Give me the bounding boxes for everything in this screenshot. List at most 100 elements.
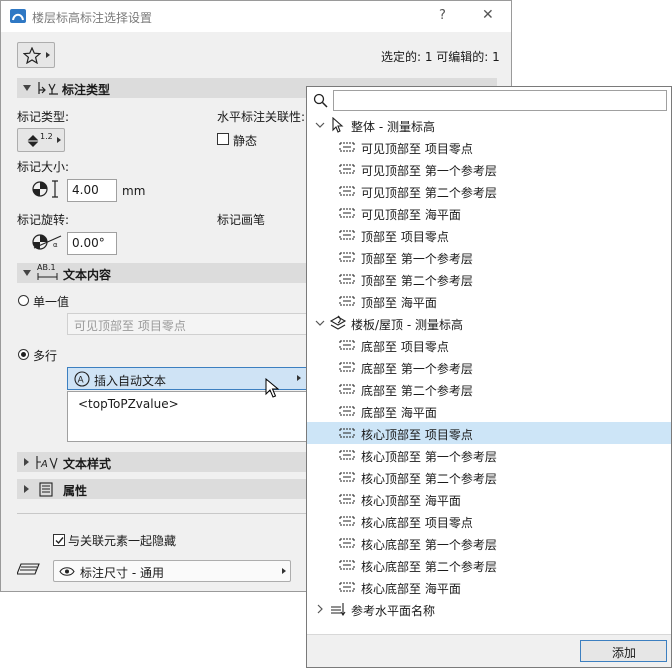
autotext-field-icon <box>339 164 355 174</box>
tree-group-label: 楼板/屋顶 - 测量标高 <box>351 318 464 332</box>
autotext-field-icon <box>339 362 355 372</box>
expand-arrow-icon <box>23 85 31 91</box>
dimension-line-icon <box>37 273 58 280</box>
autotext-field-icon <box>339 428 355 438</box>
tree-item[interactable]: 底部至 第二个参考层 <box>307 378 671 400</box>
hide-with-element-checkbox[interactable] <box>53 534 65 546</box>
tree-item-label: 顶部至 海平面 <box>361 296 437 310</box>
marker-symbol-icon <box>27 135 39 147</box>
tree-item-label: 底部至 海平面 <box>361 406 437 420</box>
tree-item[interactable]: 可见顶部至 项目零点 <box>307 136 671 158</box>
tree-item-label: 核心底部至 海平面 <box>361 582 461 596</box>
app-logo-icon <box>10 9 26 23</box>
tree-item[interactable]: 底部至 第一个参考层 <box>307 356 671 378</box>
autotext-field-icon <box>339 450 355 460</box>
svg-text:A: A <box>78 376 85 386</box>
marker-size-icon <box>32 180 58 198</box>
marker-rotation-input[interactable]: 0.00° <box>67 232 117 255</box>
section-properties[interactable]: 属性 <box>17 479 307 499</box>
single-value-dropdown[interactable]: 可见顶部至 项目零点 <box>67 313 307 335</box>
marker-size-label: 标记大小: <box>17 160 70 174</box>
marker-type-button[interactable]: 1.2 <box>17 128 65 152</box>
chevron-right-icon[interactable] <box>315 604 325 614</box>
autotext-field-icon <box>339 494 355 504</box>
tree-item-label: 可见顶部至 项目零点 <box>361 142 473 156</box>
marker-pen-label: 标记画笔 <box>217 213 266 227</box>
tree-item[interactable]: 核心顶部至 第二个参考层 <box>307 466 671 488</box>
autotext-popup: 整体 - 测量标高可见顶部至 项目零点可见顶部至 第一个参考层 可见顶部至 第二个… <box>306 86 672 668</box>
tree-item[interactable]: 可见顶部至 第一个参考层 <box>307 158 671 180</box>
autotext-icon: A <box>74 371 90 387</box>
section-text-content[interactable]: AB.1 文本内容 <box>17 263 307 283</box>
tree-item[interactable]: 底部至 海平面 <box>307 400 671 422</box>
tree-item[interactable]: 核心顶部至 海平面 <box>307 488 671 510</box>
collapse-arrow-icon <box>24 458 29 466</box>
tree-item-label: 可见顶部至 第二个参考层 <box>361 186 497 200</box>
autotext-field-icon <box>339 230 355 240</box>
tree-item-label: 核心底部至 第二个参考层 <box>361 560 497 574</box>
autotext-field-icon <box>339 296 355 306</box>
tree-item[interactable]: 顶部至 项目零点 <box>307 224 671 246</box>
reference-level-icon <box>331 603 346 616</box>
tree-group-label: 整体 - 测量标高 <box>351 120 435 134</box>
tree-item[interactable]: 核心底部至 项目零点 <box>307 510 671 532</box>
section-title: 标注类型 <box>62 83 111 97</box>
autotext-field-icon <box>339 516 355 526</box>
pointer-icon <box>332 117 344 133</box>
layer-icon <box>17 563 40 575</box>
tree-item[interactable]: 核心底部至 第一个参考层 <box>307 532 671 554</box>
marker-size-input[interactable]: 4.00 <box>67 179 117 202</box>
svg-text:α: α <box>53 241 58 249</box>
chevron-right-icon <box>282 568 286 574</box>
autotext-field-icon <box>339 582 355 592</box>
hide-with-element-label: 与关联元素一起隐藏 <box>68 534 177 548</box>
tree-item[interactable]: 可见顶部至 海平面 <box>307 202 671 224</box>
autotext-field-icon <box>339 340 355 350</box>
autotext-field-icon <box>339 142 355 152</box>
autotext-field-icon <box>339 538 355 548</box>
autotext-field-icon <box>339 252 355 262</box>
search-input[interactable] <box>333 90 667 111</box>
tree-group-0[interactable]: 整体 - 测量标高 <box>307 114 671 136</box>
text-style-icon: A <box>36 456 58 470</box>
multi-line-text-area[interactable]: <topToPZvalue> <box>67 391 307 442</box>
properties-icon <box>39 482 53 497</box>
tree-group-2[interactable]: 参考水平面名称 <box>307 598 671 620</box>
section-text-style[interactable]: A 文本样式 <box>17 452 307 472</box>
tree-item[interactable]: 核心底部至 海平面 <box>307 576 671 598</box>
chevron-right-icon <box>57 137 61 143</box>
chevron-right-icon <box>297 375 301 381</box>
checkmark-icon <box>55 537 64 545</box>
autotext-field-icon <box>339 560 355 570</box>
chevron-down-icon[interactable] <box>315 318 325 328</box>
tree-item[interactable]: 顶部至 第一个参考层 <box>307 246 671 268</box>
chevron-down-icon[interactable] <box>315 120 325 130</box>
horizontal-assoc-label: 水平标注关联性: <box>217 110 306 124</box>
favorites-button[interactable] <box>17 42 55 68</box>
multi-line-radio[interactable] <box>18 349 29 360</box>
eye-icon <box>59 567 75 576</box>
marker-symbol-text: 1.2 <box>40 132 53 141</box>
tree-item-label: 底部至 第二个参考层 <box>361 384 473 398</box>
tree-item[interactable]: 顶部至 第二个参考层 <box>307 268 671 290</box>
tree-item[interactable]: 核心底部至 第二个参考层 <box>307 554 671 576</box>
autotext-tree: 整体 - 测量标高可见顶部至 项目零点可见顶部至 第一个参考层 可见顶部至 第二个… <box>307 114 671 634</box>
help-button[interactable]: ? <box>439 8 446 23</box>
window-title: 楼层标高标注选择设置 <box>32 11 153 25</box>
collapse-arrow-icon <box>24 485 29 493</box>
close-button[interactable]: ✕ <box>482 7 494 23</box>
tree-item[interactable]: 核心顶部至 第一个参考层 <box>307 444 671 466</box>
chevron-right-icon <box>46 52 50 58</box>
tree-group-1[interactable]: 楼板/屋顶 - 测量标高 <box>307 312 671 334</box>
tree-item[interactable]: 可见顶部至 第二个参考层 <box>307 180 671 202</box>
layer-dropdown[interactable]: 标注尺寸 - 通用 <box>53 560 291 582</box>
tree-item-label: 可见顶部至 第一个参考层 <box>361 164 497 178</box>
tree-item[interactable]: 核心顶部至 项目零点 <box>307 422 671 444</box>
tree-item[interactable]: 顶部至 海平面 <box>307 290 671 312</box>
section-title: 文本样式 <box>63 457 112 471</box>
single-value-radio[interactable] <box>18 295 29 306</box>
static-checkbox[interactable] <box>217 133 229 145</box>
tree-item[interactable]: 底部至 项目零点 <box>307 334 671 356</box>
add-button[interactable]: 添加 <box>580 640 667 662</box>
tree-group-label: 参考水平面名称 <box>351 604 436 618</box>
